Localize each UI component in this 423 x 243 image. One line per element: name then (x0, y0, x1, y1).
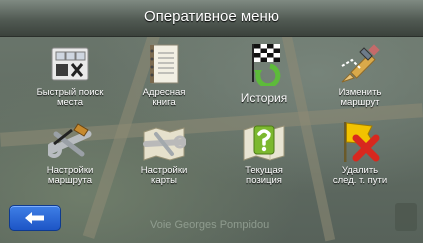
menu-item-label: Удалить след. т. пути (332, 165, 388, 186)
menu-item-label: История (240, 91, 288, 105)
map-side-button[interactable] (395, 203, 417, 231)
menu-item-map-settings[interactable]: Настройки карты (118, 118, 210, 194)
menu-item-history[interactable]: История (218, 40, 310, 116)
menu-item-current-position[interactable]: Текущая позиция (218, 118, 310, 194)
page-title: Оперативное меню (143, 8, 280, 25)
menu-item-address-book[interactable]: Адресная книга (118, 40, 210, 116)
back-arrow-icon (25, 212, 44, 224)
address-book-icon (150, 44, 179, 84)
menu-item-quick-search[interactable]: Быстрый поиск места (24, 40, 116, 116)
menu-item-delete-waypoint[interactable]: Удалить след. т. пути (314, 118, 406, 194)
menu-item-label: Адресная книга (142, 87, 186, 108)
current-position-icon (243, 125, 285, 161)
back-button[interactable] (9, 205, 61, 231)
menu-item-route-settings[interactable]: Настройки маршрута (24, 118, 116, 194)
header-bar: Оперативное меню (0, 0, 423, 37)
menu-item-label: Изменить маршрут (338, 87, 382, 108)
history-icon (252, 44, 281, 86)
menu-item-edit-route[interactable]: Изменить маршрут (314, 40, 406, 116)
street-name: Voie Georges Pompidou (150, 219, 270, 231)
menu-item-label: Настройки карты (140, 165, 188, 186)
map-settings-icon (143, 127, 186, 161)
delete-waypoint-icon (344, 122, 380, 162)
route-settings-icon (48, 123, 92, 158)
menu-item-label: Настройки маршрута (46, 165, 94, 186)
quick-menu-screen: Оперативное меню Быстрый поиск места Адр… (0, 0, 423, 243)
quick-search-icon (51, 47, 89, 81)
edit-route-icon (341, 44, 380, 83)
menu-item-label: Текущая позиция (245, 165, 283, 186)
menu-item-label: Быстрый поиск места (36, 87, 104, 108)
